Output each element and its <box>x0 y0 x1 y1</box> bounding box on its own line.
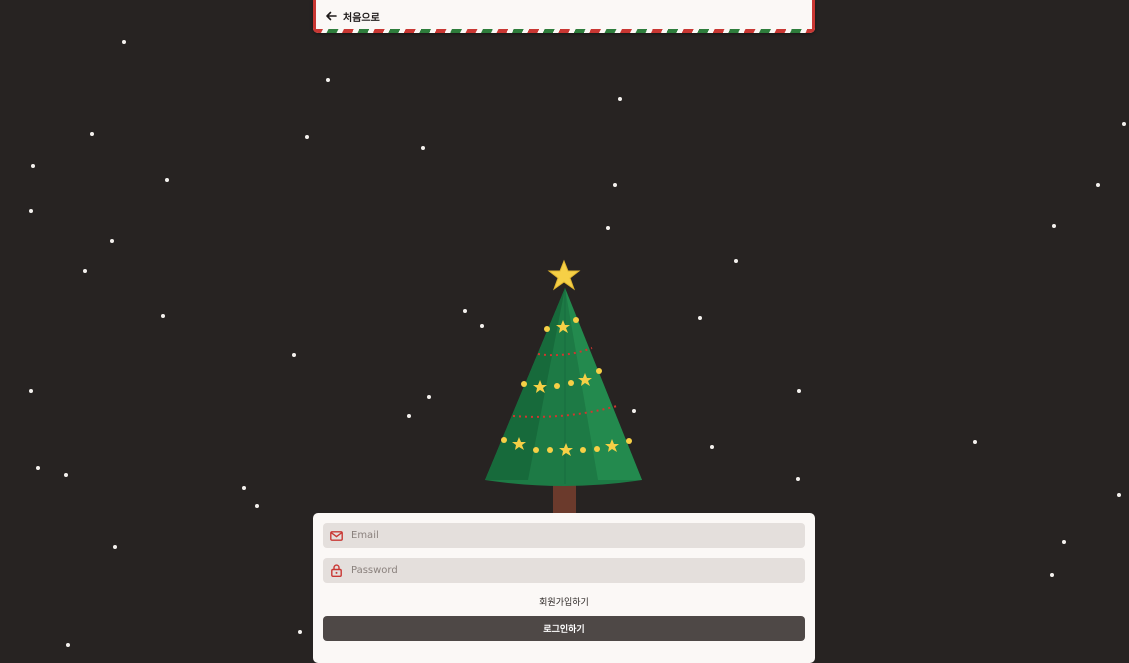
signup-link[interactable]: 회원가입하기 <box>313 595 815 608</box>
snowflake <box>255 504 259 508</box>
snowflake <box>66 643 70 647</box>
snowflake <box>1062 540 1066 544</box>
snowflake <box>797 389 801 393</box>
snowflake <box>110 239 114 243</box>
email-input[interactable] <box>349 524 805 547</box>
snowflake <box>113 545 117 549</box>
snowflake <box>122 40 126 44</box>
snowflake <box>36 466 40 470</box>
snowflake <box>973 440 977 444</box>
snowflake <box>242 486 246 490</box>
snowflake <box>90 132 94 136</box>
mail-icon <box>329 529 343 543</box>
password-field[interactable] <box>323 558 805 583</box>
snowflake <box>292 353 296 357</box>
snowflake <box>421 146 425 150</box>
snowflake <box>407 414 411 418</box>
snowflake <box>1122 122 1126 126</box>
lock-icon <box>329 564 343 578</box>
snowflake <box>161 314 165 318</box>
snowflake <box>1052 224 1056 228</box>
snowflake <box>796 477 800 481</box>
back-button-label: 처음으로 <box>343 12 380 24</box>
snowflake <box>734 259 738 263</box>
snowflake <box>1117 493 1121 497</box>
candy-stripe-border <box>313 29 815 33</box>
snowflake <box>1050 573 1054 577</box>
snowflake <box>31 164 35 168</box>
back-to-home-button[interactable]: 처음으로 <box>325 7 380 25</box>
snowflake <box>29 209 33 213</box>
login-card: 회원가입하기 로그인하기 <box>313 513 815 663</box>
snowflake <box>83 269 87 273</box>
snowflake <box>298 630 302 634</box>
snowflake <box>305 135 309 139</box>
snowflake <box>618 97 622 101</box>
snowflake <box>326 78 330 82</box>
snowflake <box>29 389 33 393</box>
snowflake <box>613 183 617 187</box>
snowflake <box>606 226 610 230</box>
snowflake <box>64 473 68 477</box>
login-button[interactable]: 로그인하기 <box>323 616 805 641</box>
snowflake <box>1096 183 1100 187</box>
arrow-left-icon <box>326 11 337 21</box>
snowflake <box>698 316 702 320</box>
email-field[interactable] <box>323 523 805 548</box>
snowflake <box>427 395 431 399</box>
christmas-tree-illustration <box>485 259 642 514</box>
snowflake <box>710 445 714 449</box>
snowflake <box>165 178 169 182</box>
password-input[interactable] <box>349 559 805 582</box>
snowflake <box>463 309 467 313</box>
top-nav-bar: 처음으로 <box>313 0 815 33</box>
